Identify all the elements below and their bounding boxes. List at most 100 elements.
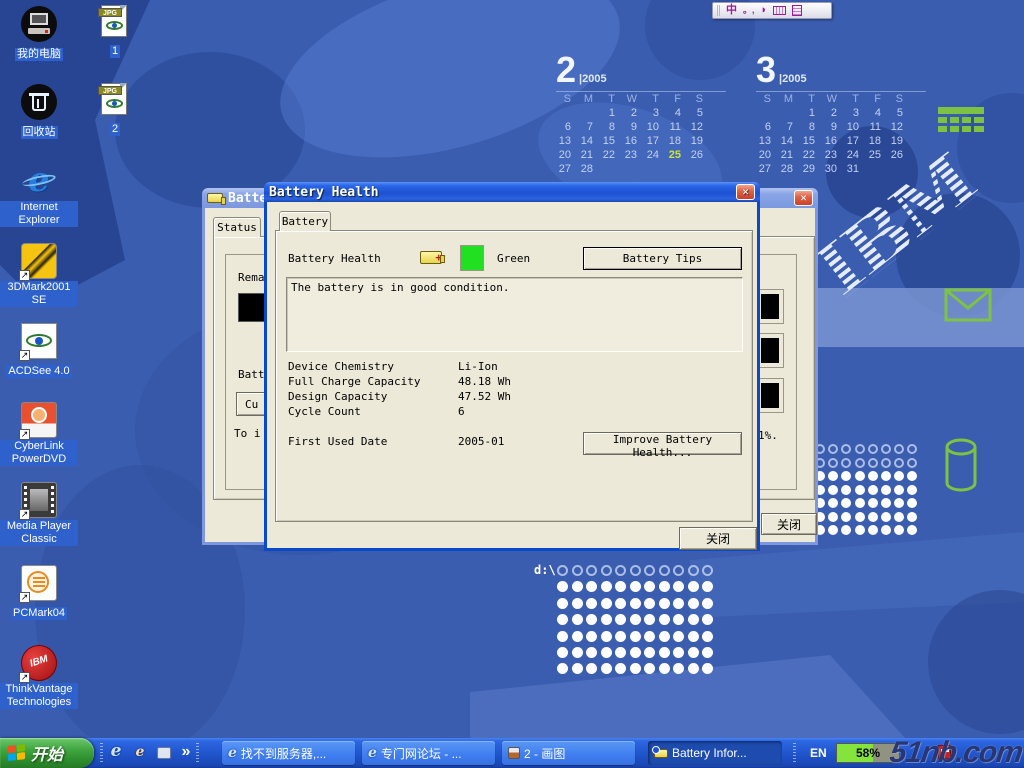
calendar-day: 19 bbox=[688, 135, 710, 149]
taskbar-task-3[interactable]: 2 - 画图 bbox=[502, 741, 635, 765]
quicklaunch-show-desktop-icon[interactable] bbox=[154, 743, 174, 763]
wallpaper-dot bbox=[601, 631, 612, 642]
desktop-icon-label: PCMark04 bbox=[11, 607, 67, 620]
wallpaper-dot bbox=[572, 614, 583, 625]
wallpaper-dot bbox=[659, 631, 670, 642]
calendar-day: 7 bbox=[778, 121, 800, 135]
wallpaper-dot bbox=[644, 598, 655, 609]
calendar-day: 2 bbox=[622, 107, 644, 121]
task-label: 找不到服务器,... bbox=[241, 745, 326, 762]
desktop-icon-mark3d[interactable]: ↗3DMark2001 SE bbox=[0, 243, 78, 308]
desktop-icon-acdsee[interactable]: ↗ACDSee 4.0 bbox=[0, 323, 78, 379]
taskbar-task-2[interactable]: e专门网论坛 - ... bbox=[362, 741, 495, 765]
tray-separator bbox=[793, 743, 796, 763]
desktop-icon-jpg-1[interactable]: JPG1 bbox=[76, 3, 154, 59]
wallpaper-dot bbox=[572, 647, 583, 658]
desktop-icon-pcmark[interactable]: ↗PCMark04 bbox=[0, 565, 78, 621]
wallpaper-dot bbox=[894, 512, 904, 522]
calendar-day: 2 bbox=[822, 107, 844, 121]
calendar-day bbox=[866, 163, 888, 177]
desktop-icon-powerdvd[interactable]: ↗CyberLink PowerDVD bbox=[0, 402, 78, 467]
improve-battery-health-button[interactable]: Improve Battery Health... bbox=[583, 432, 742, 455]
spec-label: Design Capacity bbox=[288, 390, 387, 403]
calendar-weekday-header: S bbox=[556, 93, 578, 107]
taskbar-task-4[interactable]: Battery Infor... bbox=[648, 741, 782, 765]
desktop-icon-mpc[interactable]: ↗Media Player Classic bbox=[0, 482, 78, 547]
desktop-icon-jpg-2[interactable]: JPG2 bbox=[76, 81, 154, 137]
first-used-date-label: First Used Date bbox=[288, 435, 387, 448]
wallpaper-dot bbox=[601, 663, 612, 674]
shortcut-arrow-icon: ↗ bbox=[19, 672, 30, 683]
wallpaper-dot bbox=[828, 458, 838, 468]
battery-health-titlebar[interactable]: Battery Health ✕ bbox=[264, 182, 760, 202]
calendar-day: 3 bbox=[844, 107, 866, 121]
desktop-icon-mycomputer[interactable]: 我的电脑 bbox=[0, 6, 78, 62]
quicklaunch-chevron-icon[interactable]: » bbox=[176, 743, 196, 763]
wallpaper-dot bbox=[644, 631, 655, 642]
wallpaper-dot bbox=[868, 444, 878, 454]
calendar-day: 22 bbox=[800, 149, 822, 163]
quicklaunch-ie-icon[interactable]: e bbox=[106, 743, 126, 763]
tab-status[interactable]: Status bbox=[213, 217, 261, 237]
wallpaper-dot bbox=[688, 631, 699, 642]
calendar-day bbox=[644, 163, 666, 177]
language-indicator[interactable]: EN bbox=[810, 746, 827, 760]
desktop-icon-label: 我的电脑 bbox=[15, 48, 63, 61]
to-i-label-fragment: To i bbox=[234, 427, 261, 440]
wallpaper-dot bbox=[702, 631, 713, 642]
desktop: IBM 2|2005SMTWTFS12345678910111213141516… bbox=[0, 0, 1024, 768]
close-button-background-dialog[interactable]: 关闭 bbox=[761, 513, 817, 535]
ime-grip-handle[interactable] bbox=[717, 5, 720, 16]
battery-tips-button[interactable]: Battery Tips bbox=[583, 247, 742, 270]
ime-chinese-mode-icon[interactable]: 中 bbox=[726, 5, 737, 16]
close-icon[interactable]: ✕ bbox=[736, 184, 755, 200]
ime-punctuation-icon[interactable]: 。, bbox=[743, 5, 755, 16]
battery-information-title: Batte bbox=[228, 191, 267, 206]
calendar-day: 12 bbox=[888, 121, 910, 135]
wallpaper-dot bbox=[828, 512, 838, 522]
wallpaper-dot bbox=[881, 471, 891, 481]
calendar-day: 9 bbox=[822, 121, 844, 135]
start-button[interactable]: 开始 bbox=[0, 738, 94, 768]
spec-value: 48.18 Wh bbox=[458, 375, 511, 388]
close-button[interactable]: 关闭 bbox=[679, 527, 757, 550]
wallpaper-dot bbox=[881, 485, 891, 495]
calendar-day: 8 bbox=[800, 121, 822, 135]
wallpaper-dot bbox=[688, 614, 699, 625]
calendar-day: 29 bbox=[800, 163, 822, 177]
taskbar-task-1[interactable]: e找不到服务器,... bbox=[222, 741, 355, 765]
calendar-day: 20 bbox=[756, 149, 778, 163]
calendar-day: 22 bbox=[600, 149, 622, 163]
desktop-icon-label: Media Player Classic bbox=[0, 520, 78, 546]
wallpaper-dot bbox=[868, 471, 878, 481]
tab-battery[interactable]: Battery bbox=[279, 211, 331, 231]
mycomputer-icon bbox=[21, 6, 57, 42]
calendar-day: 30 bbox=[822, 163, 844, 177]
ime-language-bar[interactable]: 中 。, ◗ bbox=[712, 2, 832, 19]
desktop-icon-ie[interactable]: eInternet Explorer bbox=[0, 163, 78, 228]
wallpaper-dot bbox=[659, 581, 670, 592]
wallpaper-dot bbox=[855, 444, 865, 454]
calendar-day: 17 bbox=[644, 135, 666, 149]
ime-menu-icon[interactable] bbox=[792, 5, 802, 16]
battery-indicator-box bbox=[757, 334, 783, 367]
ime-keyboard-icon[interactable] bbox=[773, 6, 786, 15]
spec-label: Device Chemistry bbox=[288, 360, 394, 373]
ime-pen-icon[interactable]: ◗ bbox=[761, 5, 768, 16]
close-icon[interactable]: ✕ bbox=[794, 190, 813, 206]
calendar-weekday-header: M bbox=[778, 93, 800, 107]
calendar-day: 15 bbox=[600, 135, 622, 149]
battery-dialog-icon bbox=[207, 193, 223, 203]
desktop-icon-thinkvantage[interactable]: IBM↗ThinkVantage Technologies bbox=[0, 645, 78, 710]
wallpaper-dot bbox=[615, 565, 626, 576]
calendar-day: 28 bbox=[578, 163, 600, 177]
wallpaper-dot bbox=[868, 498, 878, 508]
calendar-day: 1 bbox=[800, 107, 822, 121]
battery-health-label: Battery Health bbox=[288, 252, 381, 265]
calendar-day: 10 bbox=[644, 121, 666, 135]
wallpaper-dot bbox=[881, 444, 891, 454]
desktop-icon-recycle[interactable]: 回收站 bbox=[0, 84, 78, 140]
quicklaunch-browser-icon[interactable]: e bbox=[130, 743, 150, 763]
battery-health-icon: + bbox=[420, 251, 442, 264]
wallpaper-dot bbox=[586, 647, 597, 658]
